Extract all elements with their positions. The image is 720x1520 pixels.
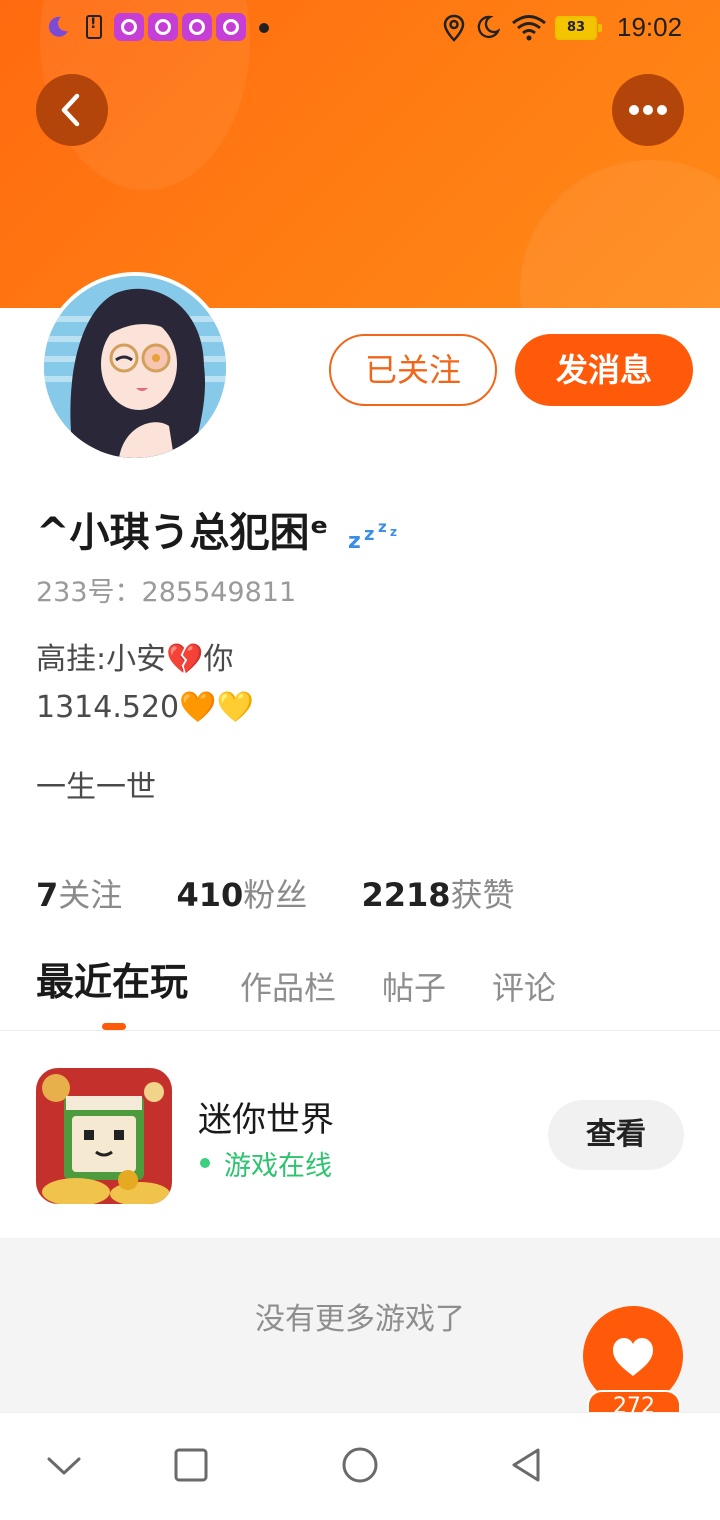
back-button[interactable] <box>36 74 108 146</box>
nickname: ^小琪う总犯困ᵉ <box>36 510 329 556</box>
stat-followers[interactable]: 410粉丝 <box>176 870 307 916</box>
chevron-left-icon <box>61 93 80 127</box>
bio-line: 1314.520🧡💛 <box>36 690 254 725</box>
user-avatar <box>44 276 226 458</box>
stat-label: 获赞 <box>450 876 515 914</box>
tab-indicator <box>102 1023 126 1030</box>
game-name: 迷你世界 <box>198 1100 334 1140</box>
stat-following[interactable]: 7关注 <box>36 870 122 916</box>
dot-icon <box>259 23 269 33</box>
message-button[interactable]: 发消息 <box>515 334 693 406</box>
battery-icon: 83 <box>555 16 602 40</box>
more-options-button[interactable] <box>612 74 684 146</box>
tab-works[interactable]: 作品栏 <box>240 963 336 1009</box>
game-status: 游戏在线 <box>224 1151 332 1182</box>
bio-line: 一生一世 <box>36 770 156 805</box>
triangle-back-icon[interactable] <box>504 1443 548 1487</box>
stat-value: 2218 <box>361 876 451 914</box>
tab-posts[interactable]: 帖子 <box>382 963 446 1009</box>
decor-shape <box>520 160 720 308</box>
circle-icon[interactable] <box>338 1443 382 1487</box>
stat-label: 关注 <box>58 876 123 914</box>
stat-value: 7 <box>36 876 59 914</box>
stat-likes[interactable]: 2218获赞 <box>361 870 514 916</box>
follow-button[interactable]: 已关注 <box>329 334 497 406</box>
location-icon <box>443 14 465 42</box>
app-notification-icon <box>148 13 178 41</box>
svg-text:z: z <box>348 529 361 552</box>
svg-text:z: z <box>364 524 374 545</box>
game-icon <box>36 1068 172 1204</box>
app-notification-icon <box>114 13 144 41</box>
chevron-down-icon[interactable] <box>42 1443 86 1487</box>
do-not-disturb-icon <box>477 15 500 39</box>
profile-tabs: 最近在玩 作品栏 帖子 评论 <box>0 955 720 1031</box>
zzz-icon: z z z z <box>348 518 397 552</box>
profile-stats: 7关注 410粉丝 2218获赞 <box>36 870 559 916</box>
tab-recently-played[interactable]: 最近在玩 <box>36 951 188 1006</box>
wifi-icon <box>512 15 546 41</box>
stat-value: 410 <box>176 876 244 914</box>
bio-line: 高挂:小安💔你 <box>36 642 234 677</box>
app-notification-icon <box>182 13 212 41</box>
svg-text:z: z <box>378 518 387 536</box>
svg-text:z: z <box>390 525 397 539</box>
stat-label: 粉丝 <box>243 876 308 914</box>
tab-comments[interactable]: 评论 <box>492 963 556 1009</box>
app-notification-icon <box>216 13 246 41</box>
battery-alert-icon <box>86 15 102 39</box>
list-item[interactable]: 迷你世界 游戏在线 查看 <box>0 1032 720 1238</box>
user-id: 233号：285549811 <box>36 577 297 608</box>
more-horizontal-icon <box>629 105 667 115</box>
square-icon[interactable] <box>169 1443 213 1487</box>
moon-icon <box>48 16 68 37</box>
view-button[interactable]: 查看 <box>548 1100 684 1170</box>
status-bar: 83 19:02 <box>0 0 720 56</box>
online-indicator <box>200 1158 210 1168</box>
status-time: 19:02 <box>617 12 683 42</box>
avatar[interactable] <box>40 272 230 462</box>
system-nav-bar <box>0 1412 720 1520</box>
